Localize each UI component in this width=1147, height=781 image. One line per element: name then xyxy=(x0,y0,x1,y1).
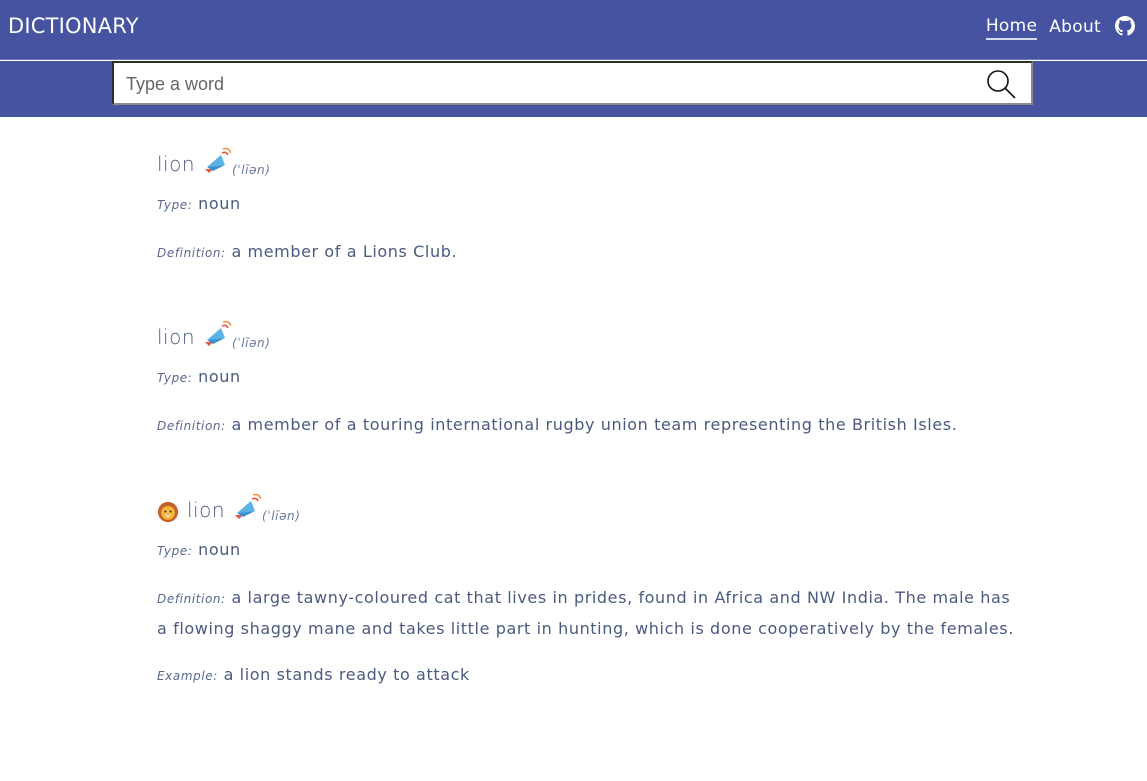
entry-definition-label: Definition: xyxy=(157,246,226,260)
entry-word: lion xyxy=(157,325,196,349)
entry-phonetic: (ˈlīən) xyxy=(232,336,271,350)
entry-definition: Definition: a member of a touring intern… xyxy=(157,410,1017,441)
entry-definition: Definition: a member of a Lions Club. xyxy=(157,237,1017,268)
word-heading: lion (ˈlīən) xyxy=(157,302,1017,352)
search-icon[interactable] xyxy=(985,68,1017,100)
definition-entry: lion (ˈlīən) Type: noun Definition: a large… xyxy=(157,475,1017,691)
entry-type-label: Type: xyxy=(157,371,193,385)
entry-definition-label: Definition: xyxy=(157,592,226,606)
results-list: lion (ˈlīən) Type: noun Definition: a membe… xyxy=(157,117,1017,691)
entry-definition-value: a member of a touring international rugb… xyxy=(231,415,958,434)
entry-word: lion xyxy=(157,152,196,176)
search-input[interactable] xyxy=(126,72,966,96)
nav-home-link[interactable]: Home xyxy=(985,16,1038,40)
entry-type-label: Type: xyxy=(157,198,193,212)
pronunciation-speaker-icon[interactable] xyxy=(231,491,262,521)
definition-entry: lion (ˈlīən) Type: noun Definition: a membe… xyxy=(157,302,1017,441)
definition-entry: lion (ˈlīən) Type: noun Definition: a membe… xyxy=(157,129,1017,268)
word-heading: lion (ˈlīən) xyxy=(157,475,1017,525)
top-navbar: DICTIONARY Home About xyxy=(0,0,1147,60)
nav-about-link[interactable]: About xyxy=(1049,17,1101,39)
entry-definition-value: a member of a Lions Club. xyxy=(231,242,458,261)
entry-type: Type: noun xyxy=(157,362,1017,393)
entry-definition: Definition: a large tawny-coloured cat t… xyxy=(157,583,1017,643)
entry-type-value: noun xyxy=(198,540,241,559)
entry-definition-value: a large tawny-coloured cat that lives in… xyxy=(157,588,1014,638)
pronunciation-speaker-icon[interactable] xyxy=(201,145,232,175)
search-box xyxy=(112,61,1033,105)
github-icon[interactable] xyxy=(1115,16,1135,36)
entry-word: lion xyxy=(187,498,226,522)
entry-type-label: Type: xyxy=(157,544,193,558)
entry-definition-label: Definition: xyxy=(157,419,226,433)
nav-links: Home About xyxy=(974,16,1135,40)
entry-type-value: noun xyxy=(198,194,241,213)
entry-example-label: Example: xyxy=(157,669,218,683)
entry-type: Type: noun xyxy=(157,535,1017,566)
entry-phonetic: (ˈlīən) xyxy=(262,509,301,523)
entry-type-value: noun xyxy=(198,367,241,386)
word-heading: lion (ˈlīən) xyxy=(157,129,1017,179)
entry-phonetic: (ˈlīən) xyxy=(232,163,271,177)
entry-example-value: a lion stands ready to attack xyxy=(223,665,470,684)
entry-example: Example: a lion stands ready to attack xyxy=(157,660,1017,691)
pronunciation-speaker-icon[interactable] xyxy=(201,318,232,348)
entry-type: Type: noun xyxy=(157,189,1017,220)
search-bar xyxy=(0,61,1147,117)
lion-face-emoji-icon xyxy=(157,501,179,523)
brand-title[interactable]: DICTIONARY xyxy=(8,14,139,38)
